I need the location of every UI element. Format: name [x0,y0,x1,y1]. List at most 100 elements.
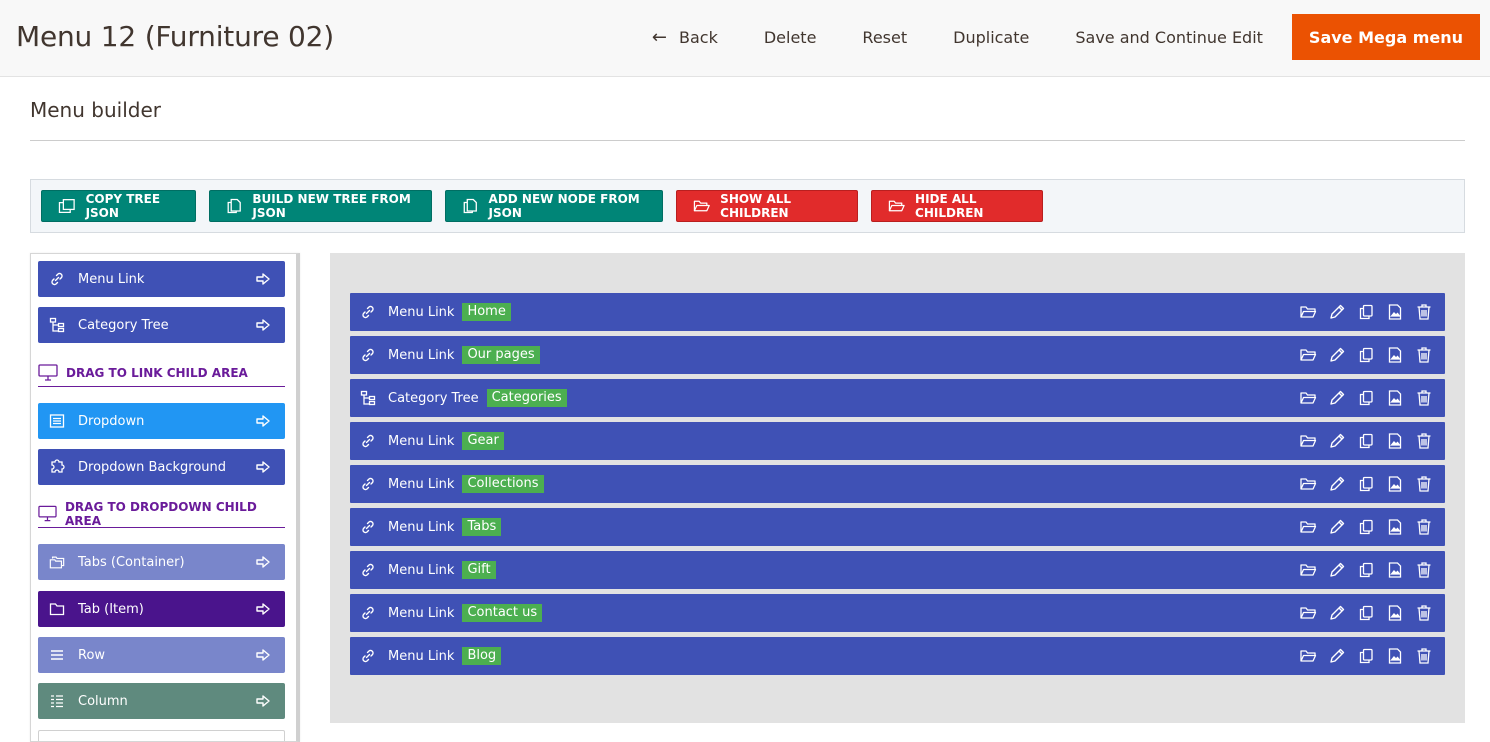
save-image-icon[interactable] [1386,475,1404,493]
monitor-icon [38,364,58,382]
toggle-children-icon[interactable] [1299,561,1317,579]
tree-node[interactable]: Menu Link Gear [350,422,1445,460]
node-title-tag: Our pages [462,346,540,364]
save-image-icon[interactable] [1386,604,1404,622]
save-image-icon[interactable] [1386,647,1404,665]
palette-menu-link-label: Menu Link [78,271,145,287]
element-palette[interactable]: Menu Link Category Tree DRAG TO LINK CHI… [30,253,300,742]
trash-icon[interactable] [1415,518,1433,536]
section-title: Menu builder [30,98,161,122]
node-type-label: Menu Link [388,304,455,320]
tree-node[interactable]: Menu Link Tabs [350,508,1445,546]
copy-tree-json-button[interactable]: COPY TREE JSON [41,190,196,222]
edit-icon[interactable] [1328,604,1346,622]
palette-tabs-container-label: Tabs (Container) [78,554,185,570]
tree-node[interactable]: Menu Link Collections [350,465,1445,503]
build-tree-json-button[interactable]: BUILD NEW TREE FROM JSON [209,190,432,222]
edit-icon[interactable] [1328,303,1346,321]
tree-node[interactable]: Menu Link Our pages [350,336,1445,374]
edit-icon[interactable] [1328,346,1346,364]
palette-row[interactable]: Row [38,637,285,673]
duplicate-icon[interactable] [1357,389,1375,407]
trash-icon[interactable] [1415,604,1433,622]
list-icon [49,413,65,429]
trash-icon[interactable] [1415,303,1433,321]
delete-button[interactable]: Delete [741,14,840,60]
save-image-icon[interactable] [1386,432,1404,450]
trash-icon[interactable] [1415,432,1433,450]
palette-next-item[interactable] [38,730,285,741]
back-label: Back [679,27,718,47]
duplicate-icon[interactable] [1357,604,1375,622]
link-icon [360,347,376,363]
duplicate-button[interactable]: Duplicate [930,14,1052,60]
node-type-label: Menu Link [388,648,455,664]
edit-icon[interactable] [1328,647,1346,665]
toggle-children-icon[interactable] [1299,518,1317,536]
toggle-children-icon[interactable] [1299,389,1317,407]
edit-icon[interactable] [1328,475,1346,493]
node-title-tag: Home [462,303,511,321]
duplicate-icon[interactable] [1357,346,1375,364]
node-title-tag: Gear [462,432,504,450]
back-button[interactable]: ← Back [629,14,741,60]
save-image-icon[interactable] [1386,303,1404,321]
show-all-children-button[interactable]: SHOW ALL CHILDREN [676,190,858,222]
tree-icon [49,317,65,333]
duplicate-icon[interactable] [1357,303,1375,321]
toggle-children-icon[interactable] [1299,303,1317,321]
toggle-children-icon[interactable] [1299,604,1317,622]
toggle-children-icon[interactable] [1299,432,1317,450]
palette-dropdown[interactable]: Dropdown [38,403,285,439]
palette-menu-link[interactable]: Menu Link [38,261,285,297]
palette-tabs-container[interactable]: Tabs (Container) [38,544,285,580]
palette-row-label: Row [78,647,106,663]
toggle-children-icon[interactable] [1299,346,1317,364]
tree-node[interactable]: Menu Link Home [350,293,1445,331]
folder-icon [888,198,905,214]
trash-icon[interactable] [1415,346,1433,364]
menu-tree-canvas[interactable]: Menu Link Home Menu Link Our pages Category … [330,253,1465,723]
tree-node[interactable]: Menu Link Contact us [350,594,1445,632]
save-image-icon[interactable] [1386,518,1404,536]
hide-all-children-button[interactable]: HIDE ALL CHILDREN [871,190,1043,222]
tree-node[interactable]: Category Tree Categories [350,379,1445,417]
save-mega-menu-button[interactable]: Save Mega menu [1291,14,1480,60]
edit-icon[interactable] [1328,432,1346,450]
link-icon [360,605,376,621]
edit-icon[interactable] [1328,518,1346,536]
trash-icon[interactable] [1415,647,1433,665]
save-image-icon[interactable] [1386,389,1404,407]
page-header: Menu 12 (Furniture 02) ← Back Delete Res… [0,0,1490,77]
save-continue-button[interactable]: Save and Continue Edit [1052,14,1286,60]
palette-column[interactable]: Column [38,683,285,719]
trash-icon[interactable] [1415,475,1433,493]
reset-button[interactable]: Reset [839,14,930,60]
link-icon [360,648,376,664]
duplicate-icon[interactable] [1357,432,1375,450]
add-node-json-button[interactable]: ADD NEW NODE FROM JSON [445,190,663,222]
save-image-icon[interactable] [1386,346,1404,364]
duplicate-icon[interactable] [1357,475,1375,493]
palette-tab-item[interactable]: Tab (Item) [38,591,285,627]
save-image-icon[interactable] [1386,561,1404,579]
trash-icon[interactable] [1415,561,1433,579]
palette-dropdown-background[interactable]: Dropdown Background [38,449,285,485]
drag-arrow-icon [255,413,271,429]
folders-icon [49,554,65,570]
palette-category-tree[interactable]: Category Tree [38,307,285,343]
trash-icon[interactable] [1415,389,1433,407]
toggle-children-icon[interactable] [1299,647,1317,665]
add-node-json-label: ADD NEW NODE FROM JSON [488,192,640,220]
duplicate-icon[interactable] [1357,518,1375,536]
folder-open-icon [693,198,710,214]
edit-icon[interactable] [1328,389,1346,407]
builder-toolbar: COPY TREE JSON BUILD NEW TREE FROM JSON … [30,179,1465,233]
toggle-children-icon[interactable] [1299,475,1317,493]
documents-icon [226,198,242,214]
tree-node[interactable]: Menu Link Blog [350,637,1445,675]
duplicate-icon[interactable] [1357,561,1375,579]
tree-node[interactable]: Menu Link Gift [350,551,1445,589]
duplicate-icon[interactable] [1357,647,1375,665]
edit-icon[interactable] [1328,561,1346,579]
